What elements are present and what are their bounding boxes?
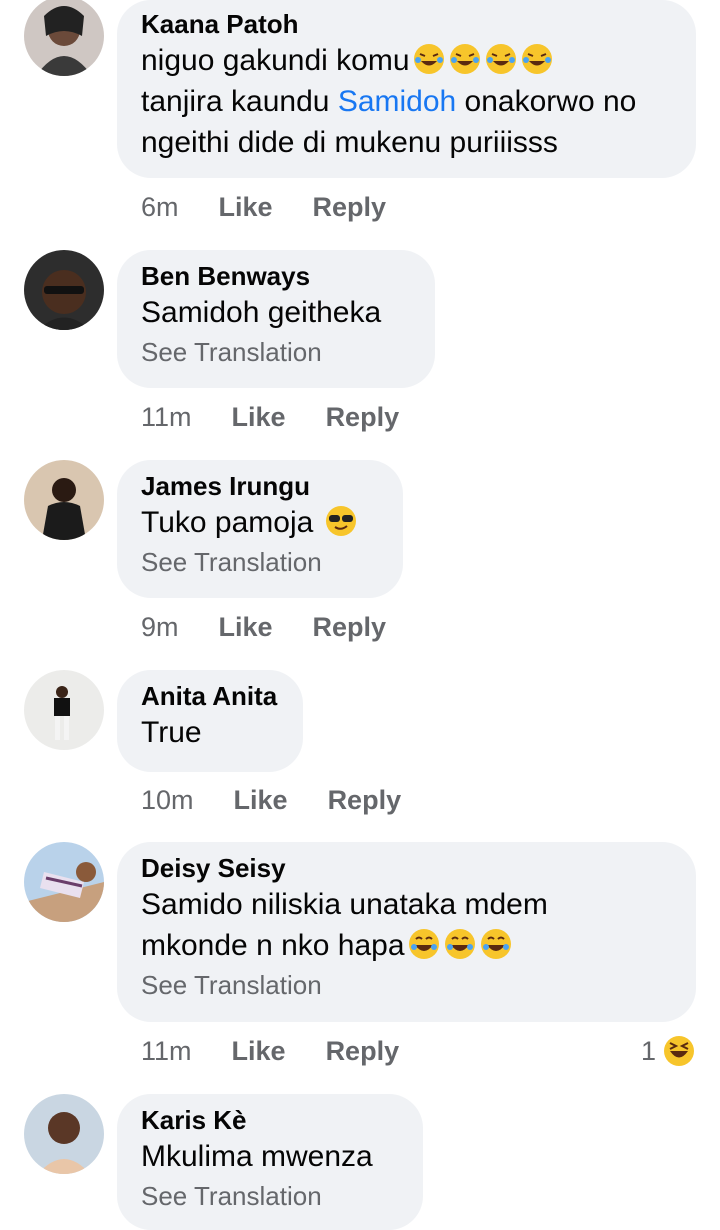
comment-text: True	[141, 716, 202, 749]
like-button[interactable]: Like	[219, 612, 273, 643]
comment-bubble: James Irungu Tuko pamoja See Translation	[117, 460, 403, 598]
comment-author[interactable]: James Irungu	[141, 470, 379, 502]
comment-time[interactable]: 10m	[141, 785, 194, 816]
reply-button[interactable]: Reply	[328, 785, 402, 816]
see-translation-link[interactable]: See Translation	[141, 1179, 399, 1213]
comment-text: niguo gakundi komu tanjira kaundu Samido…	[141, 44, 637, 159]
comment-text: Tuko pamoja	[141, 502, 379, 543]
comment-bubble: Kaana Patoh niguo gakundi komu tanjira k…	[117, 0, 696, 178]
reaction-count: 1	[640, 1035, 656, 1066]
comment-time[interactable]: 11m	[141, 402, 192, 433]
reply-button[interactable]: Reply	[313, 192, 387, 223]
like-button[interactable]: Like	[232, 402, 286, 433]
comment-time[interactable]: 11m	[141, 1036, 192, 1067]
like-button[interactable]: Like	[219, 192, 273, 223]
comment-text: Mkulima mwenza	[141, 1140, 373, 1173]
comment-bubble: Ben Benways Samidoh geitheka See Transla…	[117, 250, 435, 388]
comment-bubble: Anita Anita True	[117, 670, 303, 772]
like-button[interactable]: Like	[232, 1036, 286, 1067]
mention-link[interactable]: Samidoh	[338, 85, 456, 118]
comment-text: Samido niliskia unataka mdem mkonde n nk…	[141, 888, 548, 962]
avatar[interactable]	[24, 1094, 104, 1174]
avatar[interactable]	[24, 250, 104, 330]
see-translation-link[interactable]: See Translation	[141, 545, 379, 579]
comment-author[interactable]: Ben Benways	[141, 260, 411, 292]
comment-actions: 6m Like Reply	[141, 192, 386, 223]
comment-actions: 9m Like Reply	[141, 612, 386, 643]
like-button[interactable]: Like	[234, 785, 288, 816]
reaction-summary[interactable]: 1	[641, 1034, 696, 1068]
comment-actions: 11m Like Reply	[141, 402, 399, 433]
reply-button[interactable]: Reply	[313, 612, 387, 643]
comment-time[interactable]: 9m	[141, 612, 179, 643]
comment-actions: 11m Like Reply	[141, 1036, 399, 1067]
comment-author[interactable]: Anita Anita	[141, 680, 279, 712]
comment-author[interactable]: Kaana Patoh	[141, 8, 672, 40]
reply-button[interactable]: Reply	[326, 1036, 400, 1067]
comment-actions: 10m Like Reply	[141, 785, 401, 816]
comment-bubble: Deisy Seisy Samido niliskia unataka mdem…	[117, 842, 696, 1022]
avatar[interactable]	[24, 460, 104, 540]
sunglasses-emoji-icon	[325, 506, 356, 536]
comment-author[interactable]: Karis Kè	[141, 1104, 399, 1136]
avatar[interactable]	[24, 670, 104, 750]
comment-author[interactable]: Deisy Seisy	[141, 852, 672, 884]
see-translation-link[interactable]: See Translation	[141, 335, 411, 369]
reply-button[interactable]: Reply	[326, 402, 400, 433]
comment-bubble: Karis Kè Mkulima mwenza See Translation	[117, 1094, 423, 1230]
avatar[interactable]	[24, 0, 104, 76]
comment-text: Samidoh geitheka	[141, 296, 382, 329]
see-translation-link[interactable]: See Translation	[141, 968, 672, 1002]
avatar[interactable]	[24, 842, 104, 922]
rolling-laughing-emoji-icon	[410, 44, 554, 77]
comment-time[interactable]: 6m	[141, 192, 179, 223]
laughing-reaction-icon	[664, 1036, 694, 1066]
tears-of-joy-emoji-icon	[405, 929, 513, 962]
